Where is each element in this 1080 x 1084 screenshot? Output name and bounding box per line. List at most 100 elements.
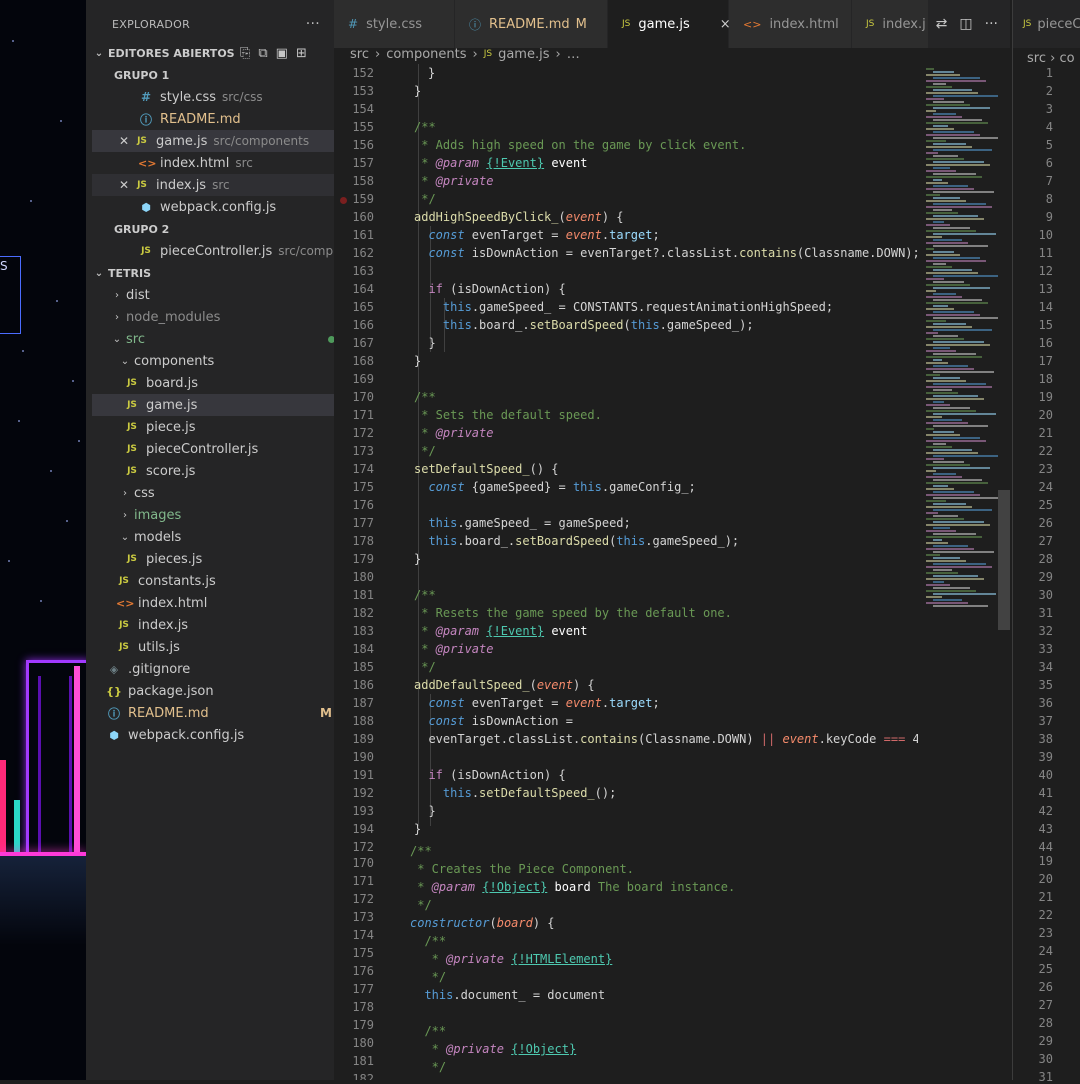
minimap-line bbox=[933, 593, 996, 595]
minimap-line bbox=[926, 482, 988, 484]
minimap-line bbox=[933, 119, 982, 121]
line-number: 25 bbox=[1038, 962, 1053, 976]
line-number: 21 bbox=[1038, 426, 1053, 440]
more-actions-icon[interactable]: ··· bbox=[985, 16, 998, 32]
minimap-line bbox=[933, 245, 988, 247]
line-number: 30 bbox=[1038, 588, 1053, 602]
minimap-line bbox=[933, 305, 948, 307]
tree-file-index-js[interactable]: JS index.js bbox=[92, 614, 358, 636]
floor-gradient bbox=[0, 856, 86, 1080]
tree-folder-src[interactable]: ⌄ src bbox=[92, 328, 352, 350]
tree-file-index-html[interactable]: <> index.html bbox=[92, 592, 358, 614]
line-number: 20 bbox=[1038, 872, 1053, 886]
minimap-line bbox=[933, 377, 960, 379]
tree-folder-components[interactable]: ⌄ components bbox=[92, 350, 360, 372]
js-icon: JS bbox=[137, 180, 147, 190]
line-number: 12 bbox=[1038, 264, 1053, 278]
chevron-right-icon: › bbox=[555, 46, 561, 62]
tree-file-package-json[interactable]: {} package.json bbox=[92, 680, 348, 702]
info-icon: ⓘ bbox=[139, 112, 152, 127]
tree-file-webpack[interactable]: ⬢ webpack.config.js bbox=[92, 724, 348, 746]
line-number: 1 bbox=[1045, 66, 1053, 80]
tab-piece-controller[interactable]: JS pieceC bbox=[1013, 0, 1080, 48]
minimap-line bbox=[926, 206, 992, 208]
line-number: 32 bbox=[1038, 624, 1053, 638]
js-icon: JS bbox=[127, 444, 137, 454]
tab-game-js[interactable]: JS game.js × bbox=[608, 0, 731, 48]
modified-badge: M bbox=[320, 706, 332, 720]
compare-icon[interactable]: ⇄ bbox=[936, 16, 948, 32]
minimap-line bbox=[926, 302, 988, 304]
minimap-line bbox=[933, 197, 960, 199]
scrollbar-thumb[interactable] bbox=[998, 490, 1010, 630]
minimap-line bbox=[933, 311, 974, 313]
tab-index-html[interactable]: <> index.html bbox=[729, 0, 852, 48]
minimap-line bbox=[933, 461, 964, 463]
line-number: 3 bbox=[1045, 102, 1053, 116]
minimap-line bbox=[933, 341, 984, 343]
tree-file-gitignore[interactable]: ◈ .gitignore bbox=[92, 658, 348, 680]
tab-readme[interactable]: ⓘ README.md M bbox=[455, 0, 608, 48]
line-number: 13 bbox=[1038, 282, 1053, 296]
js-icon: JS bbox=[1023, 19, 1032, 29]
tree-folder-css[interactable]: › css bbox=[92, 482, 360, 504]
project-section[interactable]: ⌄ TETRIS bbox=[92, 262, 334, 284]
webpack-icon: ⬢ bbox=[109, 728, 119, 742]
close-icon[interactable]: ✕ bbox=[116, 178, 132, 192]
line-number: 29 bbox=[1038, 570, 1053, 584]
minimap-line bbox=[933, 425, 988, 427]
line-number: 24 bbox=[1038, 944, 1053, 958]
open-editor-game-js[interactable]: ✕ JS game.js src/components bbox=[92, 130, 358, 152]
minimap-line bbox=[926, 320, 946, 322]
second-editor-pane[interactable]: JS pieceC src › co 1 2 3 4 5 6 7 8 9 10 11 12 13 14 15 1… bbox=[1012, 0, 1080, 1084]
line-number: 2 bbox=[1045, 84, 1053, 98]
minimap-line bbox=[926, 410, 976, 412]
more-actions-icon[interactable]: ··· bbox=[306, 16, 320, 32]
minimap-line bbox=[926, 122, 988, 124]
minimap-line bbox=[933, 497, 1000, 499]
minimap-line bbox=[926, 134, 980, 136]
breadcrumb-components[interactable]: components bbox=[386, 47, 466, 62]
split-editor-icon[interactable]: ◫ bbox=[959, 16, 972, 32]
minimap-line bbox=[926, 416, 942, 418]
chevron-right-icon: › bbox=[123, 509, 127, 521]
tree-file-game[interactable]: JS game.js bbox=[92, 394, 366, 416]
minimap-line bbox=[926, 404, 950, 406]
tree-folder-dist[interactable]: › dist bbox=[92, 284, 352, 306]
minimap-line bbox=[933, 491, 974, 493]
tree-folder-models[interactable]: ⌄ models bbox=[92, 526, 360, 548]
line-number: 29 bbox=[1038, 1034, 1053, 1048]
tree-file-board[interactable]: JS board.js bbox=[92, 372, 366, 394]
tree-folder-node-modules[interactable]: › node_modules bbox=[92, 306, 352, 328]
close-icon[interactable]: ✕ bbox=[116, 134, 132, 148]
tab-style-css[interactable]: # style.css bbox=[334, 0, 455, 48]
open-editors-section[interactable]: ⌄ EDITORES ABIERTOS ⎘⧉▣⊞ bbox=[92, 42, 334, 64]
code-editor[interactable]: 152} 153} 154 155/** 156 * Adds high spe… bbox=[334, 64, 918, 1080]
tree-file-piece-controller[interactable]: JS pieceController.js bbox=[92, 438, 366, 460]
minimap-line bbox=[933, 587, 970, 589]
breadcrumb-file[interactable]: game.js bbox=[498, 47, 549, 62]
minimap-line bbox=[933, 581, 944, 583]
minimap-line bbox=[933, 527, 950, 529]
tree-file-utils[interactable]: JS utils.js bbox=[92, 636, 358, 658]
tree-file-pieces[interactable]: JS pieces.js bbox=[92, 548, 366, 570]
minimap-line bbox=[933, 83, 946, 85]
line-number: 14 bbox=[1038, 300, 1053, 314]
chevron-down-icon: ⌄ bbox=[112, 333, 122, 345]
tree-file-score[interactable]: JS score.js bbox=[92, 460, 366, 482]
minimap[interactable] bbox=[918, 64, 1000, 1080]
line-number: 28 bbox=[1038, 552, 1053, 566]
minimap-line bbox=[933, 533, 976, 535]
line-number: 7 bbox=[1045, 174, 1053, 188]
tree-file-constants[interactable]: JS constants.js bbox=[92, 570, 358, 592]
open-editors-actions-icon[interactable]: ⎘⧉▣⊞ bbox=[240, 46, 315, 61]
tree-file-piece[interactable]: JS piece.js bbox=[92, 416, 366, 438]
minimap-line bbox=[933, 269, 972, 271]
tree-file-readme[interactable]: ⓘ README.md M bbox=[92, 702, 348, 724]
breadcrumb[interactable]: src › co bbox=[1013, 48, 1080, 68]
line-number: 18 bbox=[1038, 372, 1053, 386]
breadcrumb-src[interactable]: src bbox=[350, 47, 369, 62]
breadcrumb-symbol[interactable]: … bbox=[567, 47, 580, 62]
open-editor-index-js[interactable]: ✕ JS index.js src bbox=[92, 174, 358, 196]
tree-folder-images[interactable]: › images bbox=[92, 504, 360, 526]
